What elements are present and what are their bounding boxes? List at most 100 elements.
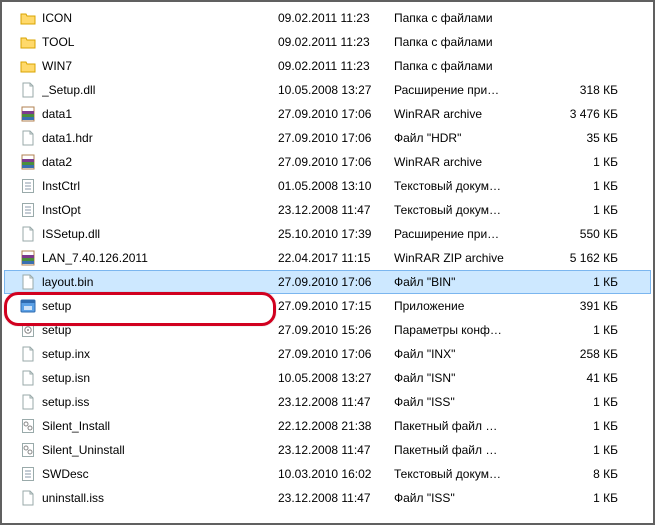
txt-icon bbox=[20, 466, 36, 482]
file-type: Пакетный файл … bbox=[394, 443, 528, 457]
folder-icon bbox=[20, 34, 36, 50]
file-name: setup bbox=[42, 299, 278, 313]
rar-icon bbox=[20, 250, 36, 266]
file-row[interactable]: Silent_Uninstall23.12.2008 11:47Пакетный… bbox=[4, 438, 651, 462]
file-size: 318 КБ bbox=[528, 83, 622, 97]
file-name: _Setup.dll bbox=[42, 83, 278, 97]
file-size: 1 КБ bbox=[528, 203, 622, 217]
file-type: Файл "BIN" bbox=[394, 275, 528, 289]
file-name: setup.inx bbox=[42, 347, 278, 361]
file-date: 22.12.2008 21:38 bbox=[278, 419, 394, 433]
file-type: Приложение bbox=[394, 299, 528, 313]
bat-icon bbox=[20, 442, 36, 458]
file-name: Silent_Uninstall bbox=[42, 443, 278, 457]
file-date: 27.09.2010 17:06 bbox=[278, 275, 394, 289]
exe-icon bbox=[20, 298, 36, 314]
file-name: setup.isn bbox=[42, 371, 278, 385]
file-date: 25.10.2010 17:39 bbox=[278, 227, 394, 241]
file-type: Файл "ISN" bbox=[394, 371, 528, 385]
file-size: 258 КБ bbox=[528, 347, 622, 361]
file-row[interactable]: InstOpt23.12.2008 11:47Текстовый докум…1… bbox=[4, 198, 651, 222]
file-row[interactable]: data127.09.2010 17:06WinRAR archive3 476… bbox=[4, 102, 651, 126]
file-row[interactable]: Silent_Install22.12.2008 21:38Пакетный ф… bbox=[4, 414, 651, 438]
file-name: ICON bbox=[42, 11, 278, 25]
file-row[interactable]: ISSetup.dll25.10.2010 17:39Расширение пр… bbox=[4, 222, 651, 246]
file-name: Silent_Install bbox=[42, 419, 278, 433]
file-name: SWDesc bbox=[42, 467, 278, 481]
file-row[interactable]: layout.bin27.09.2010 17:06Файл "BIN"1 КБ bbox=[4, 270, 651, 294]
file-icon bbox=[20, 82, 36, 98]
file-size: 35 КБ bbox=[528, 131, 622, 145]
file-type: Файл "HDR" bbox=[394, 131, 528, 145]
file-name: layout.bin bbox=[42, 275, 278, 289]
rar-icon bbox=[20, 154, 36, 170]
file-row[interactable]: TOOL09.02.2011 11:23Папка с файлами bbox=[4, 30, 651, 54]
file-size: 5 162 КБ bbox=[528, 251, 622, 265]
file-icon bbox=[20, 370, 36, 386]
file-name: InstOpt bbox=[42, 203, 278, 217]
file-row[interactable]: LAN_7.40.126.201122.04.2017 11:15WinRAR … bbox=[4, 246, 651, 270]
file-date: 09.02.2011 11:23 bbox=[278, 11, 394, 25]
file-icon bbox=[20, 394, 36, 410]
file-type: Файл "ISS" bbox=[394, 491, 528, 505]
file-icon bbox=[20, 130, 36, 146]
file-type: Папка с файлами bbox=[394, 11, 528, 25]
file-name: data2 bbox=[42, 155, 278, 169]
file-row[interactable]: setup.isn10.05.2008 13:27Файл "ISN"41 КБ bbox=[4, 366, 651, 390]
file-date: 09.02.2011 11:23 bbox=[278, 35, 394, 49]
file-row[interactable]: WIN709.02.2011 11:23Папка с файлами bbox=[4, 54, 651, 78]
file-date: 27.09.2010 17:15 bbox=[278, 299, 394, 313]
file-name: data1 bbox=[42, 107, 278, 121]
file-row[interactable]: setup.inx27.09.2010 17:06Файл "INX"258 К… bbox=[4, 342, 651, 366]
file-type: Папка с файлами bbox=[394, 59, 528, 73]
file-name: TOOL bbox=[42, 35, 278, 49]
file-row[interactable]: setup27.09.2010 15:26Параметры конф…1 КБ bbox=[4, 318, 651, 342]
file-size: 1 КБ bbox=[528, 155, 622, 169]
file-date: 27.09.2010 17:06 bbox=[278, 347, 394, 361]
file-list-pane: ICON09.02.2011 11:23Папка с файламиTOOL0… bbox=[0, 0, 655, 525]
file-date: 27.09.2010 15:26 bbox=[278, 323, 394, 337]
file-type: Папка с файлами bbox=[394, 35, 528, 49]
file-type: Расширение при… bbox=[394, 83, 528, 97]
file-name: ISSetup.dll bbox=[42, 227, 278, 241]
file-date: 22.04.2017 11:15 bbox=[278, 251, 394, 265]
file-type: WinRAR archive bbox=[394, 155, 528, 169]
file-date: 10.05.2008 13:27 bbox=[278, 371, 394, 385]
file-type: Параметры конф… bbox=[394, 323, 528, 337]
file-name: setup bbox=[42, 323, 278, 337]
file-list[interactable]: ICON09.02.2011 11:23Папка с файламиTOOL0… bbox=[4, 6, 651, 510]
file-date: 10.03.2010 16:02 bbox=[278, 467, 394, 481]
bat-icon bbox=[20, 418, 36, 434]
file-type: Расширение при… bbox=[394, 227, 528, 241]
file-type: Пакетный файл … bbox=[394, 419, 528, 433]
file-row[interactable]: InstCtrl01.05.2008 13:10Текстовый докум…… bbox=[4, 174, 651, 198]
file-row[interactable]: _Setup.dll10.05.2008 13:27Расширение при… bbox=[4, 78, 651, 102]
file-row[interactable]: SWDesc10.03.2010 16:02Текстовый докум…8 … bbox=[4, 462, 651, 486]
cfg-icon bbox=[20, 322, 36, 338]
file-name: data1.hdr bbox=[42, 131, 278, 145]
file-row[interactable]: data1.hdr27.09.2010 17:06Файл "HDR"35 КБ bbox=[4, 126, 651, 150]
file-size: 3 476 КБ bbox=[528, 107, 622, 121]
file-type: Файл "ISS" bbox=[394, 395, 528, 409]
file-type: Текстовый докум… bbox=[394, 467, 528, 481]
file-date: 27.09.2010 17:06 bbox=[278, 131, 394, 145]
file-date: 23.12.2008 11:47 bbox=[278, 203, 394, 217]
folder-icon bbox=[20, 10, 36, 26]
file-row[interactable]: uninstall.iss23.12.2008 11:47Файл "ISS"1… bbox=[4, 486, 651, 510]
file-row[interactable]: setup.iss23.12.2008 11:47Файл "ISS"1 КБ bbox=[4, 390, 651, 414]
file-date: 27.09.2010 17:06 bbox=[278, 155, 394, 169]
file-name: setup.iss bbox=[42, 395, 278, 409]
file-date: 10.05.2008 13:27 bbox=[278, 83, 394, 97]
file-icon bbox=[20, 490, 36, 506]
file-icon bbox=[20, 346, 36, 362]
file-row[interactable]: setup27.09.2010 17:15Приложение391 КБ bbox=[4, 294, 651, 318]
file-size: 8 КБ bbox=[528, 467, 622, 481]
file-row[interactable]: data227.09.2010 17:06WinRAR archive1 КБ bbox=[4, 150, 651, 174]
file-size: 391 КБ bbox=[528, 299, 622, 313]
file-type: WinRAR archive bbox=[394, 107, 528, 121]
file-size: 1 КБ bbox=[528, 323, 622, 337]
file-size: 1 КБ bbox=[528, 179, 622, 193]
file-type: Файл "INX" bbox=[394, 347, 528, 361]
txt-icon bbox=[20, 178, 36, 194]
file-row[interactable]: ICON09.02.2011 11:23Папка с файлами bbox=[4, 6, 651, 30]
